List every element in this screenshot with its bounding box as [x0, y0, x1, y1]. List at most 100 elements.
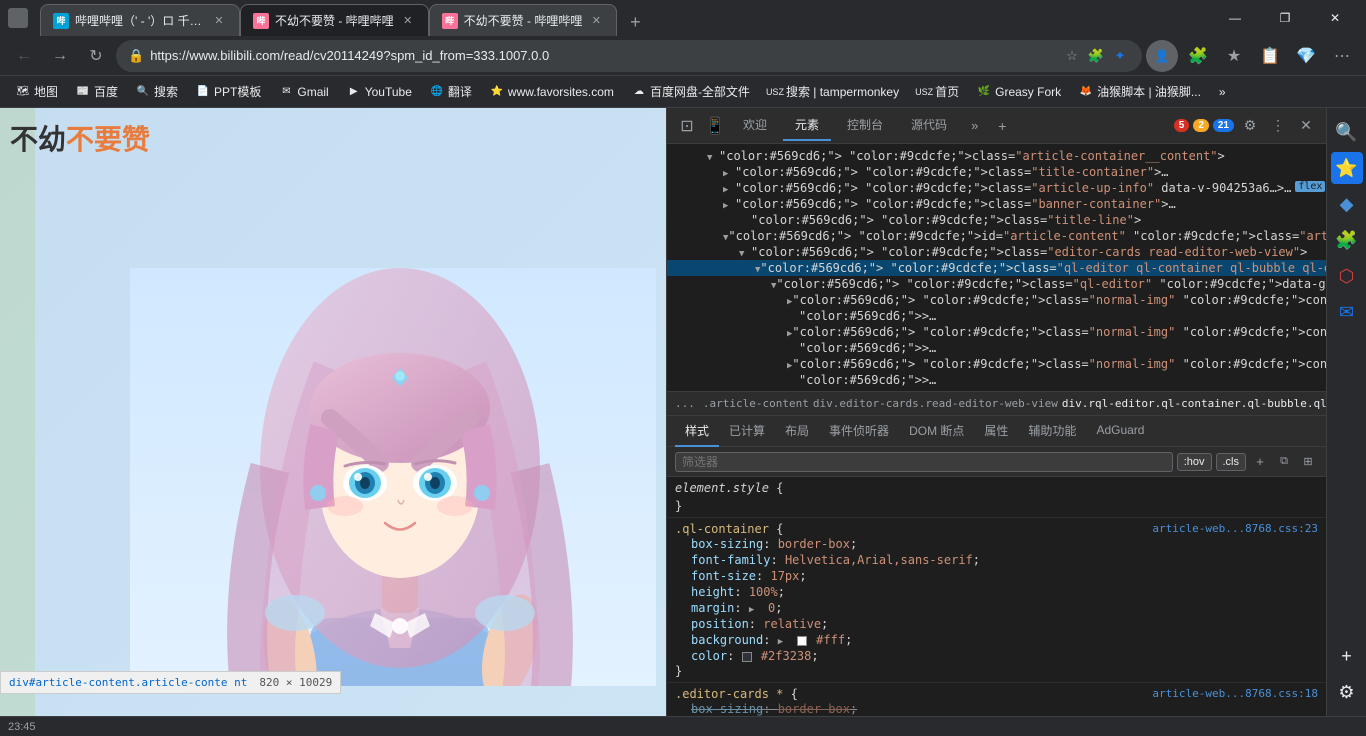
bookmark-ppt[interactable]: 📄 PPT模板 — [188, 79, 269, 104]
settings-more-button[interactable]: ⋯ — [1326, 40, 1358, 72]
collections-button[interactable]: 📋 — [1254, 40, 1286, 72]
dom-tree-arrow[interactable] — [723, 181, 735, 195]
maximize-button[interactable]: ❐ — [1262, 0, 1308, 36]
devtools-close-button[interactable]: ✕ — [1294, 114, 1318, 138]
right-sidebar-outlook-icon[interactable]: ✉ — [1331, 296, 1363, 328]
background-color-swatch[interactable] — [797, 636, 807, 646]
devtools-settings-button[interactable]: ⚙ — [1238, 114, 1262, 138]
devtools-tabs-more[interactable]: » — [963, 118, 986, 133]
dom-tree-line[interactable]: "color:#569cd6;"> "color:#9cdcfe;">class… — [667, 356, 1326, 372]
dom-tree[interactable]: "color:#569cd6;"> "color:#9cdcfe;">class… — [667, 144, 1326, 391]
bookmark-baidupan[interactable]: ☁ 百度网盘-全部文件 — [624, 79, 758, 104]
styles-tab-properties[interactable]: 属性 — [974, 416, 1018, 447]
devtools-tab-welcome[interactable]: 欢迎 — [731, 110, 779, 141]
devtools-tab-elements[interactable]: 元素 — [783, 110, 831, 141]
ql-container-source[interactable]: article-web...8768.css:23 — [1152, 522, 1318, 535]
right-sidebar-office-icon[interactable]: ⬡ — [1331, 260, 1363, 292]
dom-tree-line[interactable]: "color:#569cd6;"> "color:#9cdcfe;">class… — [667, 148, 1326, 164]
styles-tab-styles[interactable]: 样式 — [675, 416, 719, 447]
dom-tree-line[interactable]: "color:#569cd6;"> "color:#9cdcfe;">class… — [667, 244, 1326, 260]
cls-button[interactable]: .cls — [1216, 453, 1247, 471]
bookmark-youtube[interactable]: ▶ YouTube — [339, 81, 420, 103]
devtools-add-tab-button[interactable]: + — [990, 114, 1014, 138]
browser-wallet-button[interactable]: 💎 — [1290, 40, 1322, 72]
dom-tree-arrow[interactable] — [723, 165, 735, 179]
bookmark-favorsites[interactable]: ⭐ www.favorsites.com — [482, 81, 622, 103]
profile-button[interactable]: 👤 — [1146, 40, 1178, 72]
bookmark-tampermonkey[interactable]: USZ 搜索 | tampermonkey — [760, 79, 907, 104]
dom-tree-arrow[interactable] — [739, 245, 751, 259]
right-sidebar-favorites-icon[interactable]: ⭐ — [1331, 152, 1363, 184]
tab-close-2[interactable]: ✕ — [400, 13, 416, 29]
devtools-more-button[interactable]: ⋮ — [1266, 114, 1290, 138]
devtools-tab-sources[interactable]: 源代码 — [899, 110, 959, 141]
new-tab-button[interactable]: + — [621, 8, 649, 36]
background-expand-icon[interactable]: ▶ — [778, 637, 790, 647]
styles-tab-dom-breakpoints[interactable]: DOM 断点 — [899, 416, 974, 447]
breadcrumb-article-content[interactable]: .article-content — [703, 397, 809, 410]
minimize-button[interactable]: — — [1212, 0, 1258, 36]
forward-button[interactable]: → — [44, 40, 76, 72]
dom-tree-line[interactable]: "color:#569cd6;"> "color:#9cdcfe;">class… — [667, 324, 1326, 340]
styles-pane[interactable]: element.style { } article-web...8768.css… — [667, 477, 1326, 716]
devtools-inspect-button[interactable]: ⊡ — [675, 114, 699, 138]
dom-tree-line[interactable]: "color:#569cd6;"> "color:#9cdcfe;">class… — [667, 276, 1326, 292]
bookmark-youhou[interactable]: 🦊 油猴脚本 | 油猴脚... — [1071, 79, 1209, 104]
dom-tree-line[interactable]: "color:#569cd6;"> "color:#9cdcfe;">class… — [667, 292, 1326, 308]
tab-close-3[interactable]: ✕ — [588, 13, 604, 29]
breadcrumb-editor-cards[interactable]: div.editor-cards.read-editor-web-view — [813, 397, 1058, 410]
browser-tab-2[interactable]: 哔 不幼不要赞 - 哔哩哔哩 ✕ — [240, 4, 429, 36]
editor-cards-selector[interactable]: .editor-cards * — [675, 687, 783, 701]
bookmarks-more-button[interactable]: » — [1211, 81, 1234, 103]
tab-close-1[interactable]: ✕ — [211, 13, 227, 29]
add-style-button[interactable]: + — [1250, 452, 1270, 472]
filter-input[interactable] — [675, 452, 1173, 472]
bookmark-gmail[interactable]: ✉ Gmail — [271, 81, 336, 103]
bookmark-star-icon[interactable]: ☆ — [1062, 46, 1082, 66]
styles-tab-adguard[interactable]: AdGuard — [1086, 417, 1154, 445]
sidebar-toggle-button[interactable] — [8, 8, 28, 28]
bookmark-ditu[interactable]: 🗺 地图 — [8, 79, 66, 104]
back-button[interactable]: ← — [8, 40, 40, 72]
dom-tree-line[interactable]: "color:#569cd6;">>… — [667, 340, 1326, 356]
dom-tree-line[interactable]: "color:#569cd6;"> "color:#9cdcfe;">class… — [667, 260, 1326, 276]
color-color-swatch[interactable] — [742, 652, 752, 662]
dom-tree-line[interactable]: "color:#569cd6;"> "color:#9cdcfe;">id="a… — [667, 228, 1326, 244]
address-bar[interactable]: 🔒 https://www.bilibili.com/read/cv201142… — [116, 40, 1142, 72]
devtools-tab-console[interactable]: 控制台 — [835, 110, 895, 141]
browser-tab-1[interactable]: 哔 哔哩哔哩（' - '）ロ 千杯~--bili ✕ — [40, 4, 240, 36]
devtools-device-button[interactable]: 📱 — [703, 114, 727, 138]
extensions-button[interactable]: 🧩 — [1182, 40, 1214, 72]
right-sidebar-settings-icon[interactable]: ⚙ — [1331, 676, 1363, 708]
styles-tab-layout[interactable]: 布局 — [775, 416, 819, 447]
margin-expand-icon[interactable]: ▶ — [749, 605, 761, 615]
dom-tree-line[interactable]: "color:#569cd6;"> "color:#9cdcfe;">class… — [667, 196, 1326, 212]
dom-tree-arrow[interactable] — [707, 149, 719, 163]
right-sidebar-extensions-icon[interactable]: 🧩 — [1331, 224, 1363, 256]
styles-tab-accessibility[interactable]: 辅助功能 — [1018, 416, 1086, 447]
right-sidebar-diamond-icon[interactable]: ◆ — [1331, 188, 1363, 220]
copy-style-button[interactable]: ⧉ — [1274, 452, 1294, 472]
close-button[interactable]: ✕ — [1312, 0, 1358, 36]
bookmark-translate[interactable]: 🌐 翻译 — [422, 79, 480, 104]
bookmark-baidu[interactable]: 📰 百度 — [68, 79, 126, 104]
dom-tree-line[interactable]: "color:#569cd6;">>… — [667, 372, 1326, 388]
right-sidebar-search-icon[interactable]: 🔍 — [1331, 116, 1363, 148]
extensions-icon[interactable]: 🧩 — [1086, 46, 1106, 66]
bookmark-greasyfork[interactable]: 🌿 Greasy Fork — [969, 81, 1069, 103]
breadcrumb-ql-container[interactable]: div.rql-editor.ql-container.ql-bubble.ql… — [1062, 397, 1326, 410]
right-sidebar-more-icon[interactable]: + — [1331, 640, 1363, 672]
ql-container-selector[interactable]: .ql-container — [675, 522, 769, 536]
bookmark-home[interactable]: USZ 首页 — [909, 79, 967, 104]
toggle-style-button[interactable]: ⊞ — [1298, 452, 1318, 472]
dom-tree-line[interactable]: "color:#569cd6;">>… — [667, 308, 1326, 324]
element-style-selector[interactable]: element.style — [675, 481, 776, 495]
hover-button[interactable]: :hov — [1177, 453, 1212, 471]
dom-tree-line[interactable]: "color:#569cd6;"> "color:#9cdcfe;">class… — [667, 180, 1326, 196]
reload-button[interactable]: ↻ — [80, 40, 112, 72]
styles-tab-computed[interactable]: 已计算 — [719, 416, 775, 447]
dom-tree-line[interactable]: "color:#569cd6;"> "color:#9cdcfe;">class… — [667, 212, 1326, 228]
editor-cards-source[interactable]: article-web...8768.css:18 — [1152, 687, 1318, 700]
copilot-icon[interactable]: ✦ — [1110, 46, 1130, 66]
favorites-button[interactable]: ★ — [1218, 40, 1250, 72]
